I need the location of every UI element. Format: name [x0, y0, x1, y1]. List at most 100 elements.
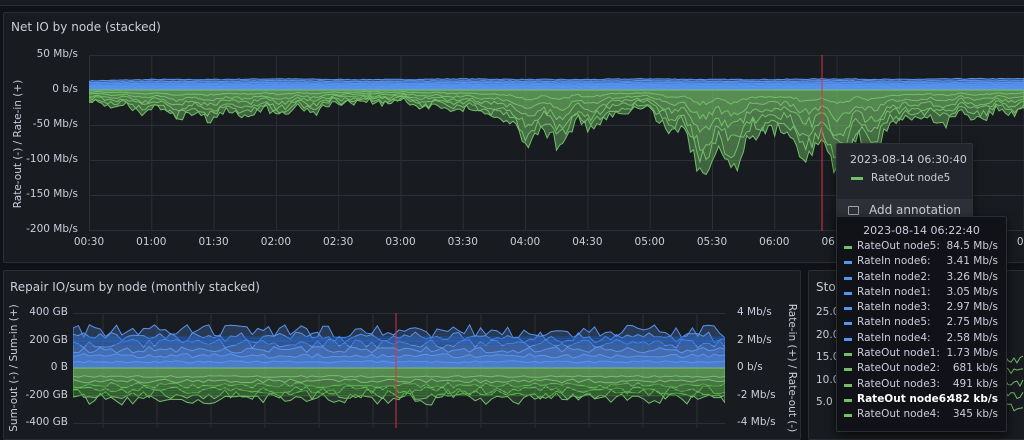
y-tick-label: 200 GB — [29, 333, 68, 346]
y2-tick-label: 0 b/s — [737, 361, 763, 373]
y-tick-label: -50 Mb/s — [32, 118, 78, 130]
series-color-icon — [844, 383, 852, 387]
series-name: RateOut node5: — [857, 240, 940, 252]
tooltip-row: RateOut node2: 681 kb/s — [837, 362, 1006, 377]
series-value: 3.41 Mb/s — [946, 255, 998, 268]
series-color-icon — [844, 322, 852, 326]
tooltip-row: RateOut node6: 482 kb/s — [837, 393, 1006, 408]
tooltip-row: RateIn node6: 3.41 Mb/s — [837, 255, 1006, 270]
series-color-icon — [844, 398, 852, 402]
y-tick-label: -100 Mb/s — [26, 153, 78, 165]
series-name: RateOut node2: — [857, 362, 940, 375]
add-annotation-label: Add annotation — [869, 203, 961, 217]
tooltip-row: RateIn node1: 3.05 Mb/s — [837, 286, 1006, 301]
series-color-icon — [844, 337, 852, 341]
series-name: RateIn node6: — [857, 255, 931, 268]
tooltip-time: 2023-08-14 06:22:40 — [863, 224, 980, 237]
context-menu-time: 2023-08-14 06:30:40 — [850, 153, 967, 166]
y-tick-label: -150 Mb/s — [26, 188, 78, 200]
series-value: 482 kb/s — [947, 392, 998, 405]
x-tick-label: 03:30 — [447, 236, 478, 248]
y-axis-title: Rate-out (-) / Rate-in (+) — [12, 79, 24, 209]
y2-tick-label: 2 Mb/s — [737, 333, 772, 346]
x-tick-label: 04:30 — [572, 236, 603, 248]
x-tick-label: 01:30 — [198, 236, 229, 248]
storage-chart[interactable] — [1005, 345, 1024, 415]
y-tick-label: -400 GB — [25, 416, 68, 428]
x-tick-label: 04:00 — [509, 236, 541, 248]
panel-title: Repair IO/sum by node (monthly stacked) — [10, 280, 260, 294]
series-value: 681 kb/s — [952, 362, 998, 375]
x-tick-label: 02:00 — [260, 236, 292, 248]
x-tick-label: 08 — [1016, 236, 1024, 248]
y-tick-label: 0 b/s — [52, 83, 78, 95]
series-name: RateOut node3: — [857, 377, 940, 390]
comment-icon — [848, 206, 859, 215]
x-tick-label: 01:00 — [136, 236, 167, 248]
x-tick-label: 02:30 — [323, 236, 354, 248]
repair-io-chart[interactable] — [73, 313, 725, 428]
series-color-icon — [844, 414, 852, 418]
y-tick-label: -200 GB — [25, 388, 68, 401]
tooltip-row: RateOut node4: 345 kb/s — [837, 408, 1006, 423]
series-color-icon — [844, 353, 852, 357]
series-color-icon — [844, 307, 852, 311]
context-menu-series: RateOut node5 — [851, 172, 950, 184]
series-name: RateOut node1: — [857, 347, 940, 360]
storage-series — [1005, 366, 1024, 375]
x-tick-label: 05:30 — [696, 236, 728, 248]
series-name: RateOut node6: — [857, 392, 951, 405]
sum-out-series — [73, 367, 725, 379]
y-tick-label: 50 Mb/s — [36, 48, 78, 60]
tooltip-row: RateOut node3: 491 kb/s — [837, 378, 1006, 393]
series-value: 2.97 Mb/s — [946, 301, 998, 314]
series-name: RateOut node4: — [857, 408, 940, 421]
y2-tick-label: 4 Mb/s — [737, 306, 772, 318]
series-color-icon — [851, 176, 863, 180]
y2-tick-label: -2 Mb/s — [737, 388, 776, 401]
storage-series — [1005, 378, 1024, 388]
series-value: 491 kb/s — [952, 377, 998, 390]
context-menu: 2023-08-14 06:30:40 RateOut node5 Add an… — [836, 143, 973, 225]
tooltip-row: RateIn node3: 2.97 Mb/s — [837, 301, 1006, 316]
series-name: RateIn node1: — [857, 285, 931, 298]
series-value: 3.26 Mb/s — [946, 270, 998, 283]
tooltip-row: RateOut node1: 1.73 Mb/s — [837, 347, 1006, 362]
series-color-icon — [844, 276, 852, 280]
y2-axis-title: Rate-in (+) / Rate-out (-) — [786, 303, 798, 433]
x-tick-label: 00:30 — [73, 236, 105, 248]
tooltip-row: RateOut node5: 84.5 Mb/s — [837, 240, 1006, 255]
series-value: 2.75 Mb/s — [946, 316, 998, 329]
x-tick-label: 05:00 — [634, 236, 665, 248]
y-tick-label: 5.0 — [816, 396, 833, 408]
y-tick-label: 0 B — [50, 361, 68, 373]
series-color-icon — [844, 368, 852, 372]
hover-tooltip: 2023-08-14 06:22:40 RateOut node5: 84.5 M… — [836, 216, 1007, 432]
series-value: 345 kb/s — [952, 408, 998, 421]
series-name: RateIn node2: — [857, 270, 931, 283]
y-axis-title: Sum-out (-) / Sum-in (+) — [8, 304, 20, 432]
series-value: 1.73 Mb/s — [946, 347, 998, 360]
series-name: RateIn node4: — [857, 331, 931, 344]
series-value: 3.05 Mb/s — [946, 285, 998, 298]
series-color-icon — [844, 246, 852, 249]
tooltip-row: RateIn node2: 3.26 Mb/s — [837, 271, 1006, 286]
series-value: 2.58 Mb/s — [946, 331, 998, 344]
series-value: 84.5 Mb/s — [946, 240, 998, 252]
series-color-icon — [844, 261, 852, 265]
panel-title: Sto — [816, 280, 836, 294]
series-name: RateOut node5 — [871, 172, 951, 184]
previous-panel-edge — [0, 0, 1024, 6]
storage-series — [1005, 402, 1024, 412]
y2-tick-label: -4 Mb/s — [737, 416, 776, 428]
panel-title: Net IO by node (stacked) — [11, 20, 161, 34]
series-color-icon — [844, 291, 852, 295]
x-tick-label: 06:00 — [759, 236, 790, 248]
storage-series — [1005, 354, 1024, 364]
tooltip-row: RateIn node4: 2.58 Mb/s — [837, 332, 1006, 347]
series-name: RateIn node5: — [857, 316, 931, 329]
tooltip-row: RateIn node5: 2.75 Mb/s — [837, 316, 1006, 331]
y-tick-label: -200 Mb/s — [26, 223, 78, 235]
storage-series — [1005, 390, 1024, 400]
series-name: RateIn node3: — [857, 301, 931, 314]
